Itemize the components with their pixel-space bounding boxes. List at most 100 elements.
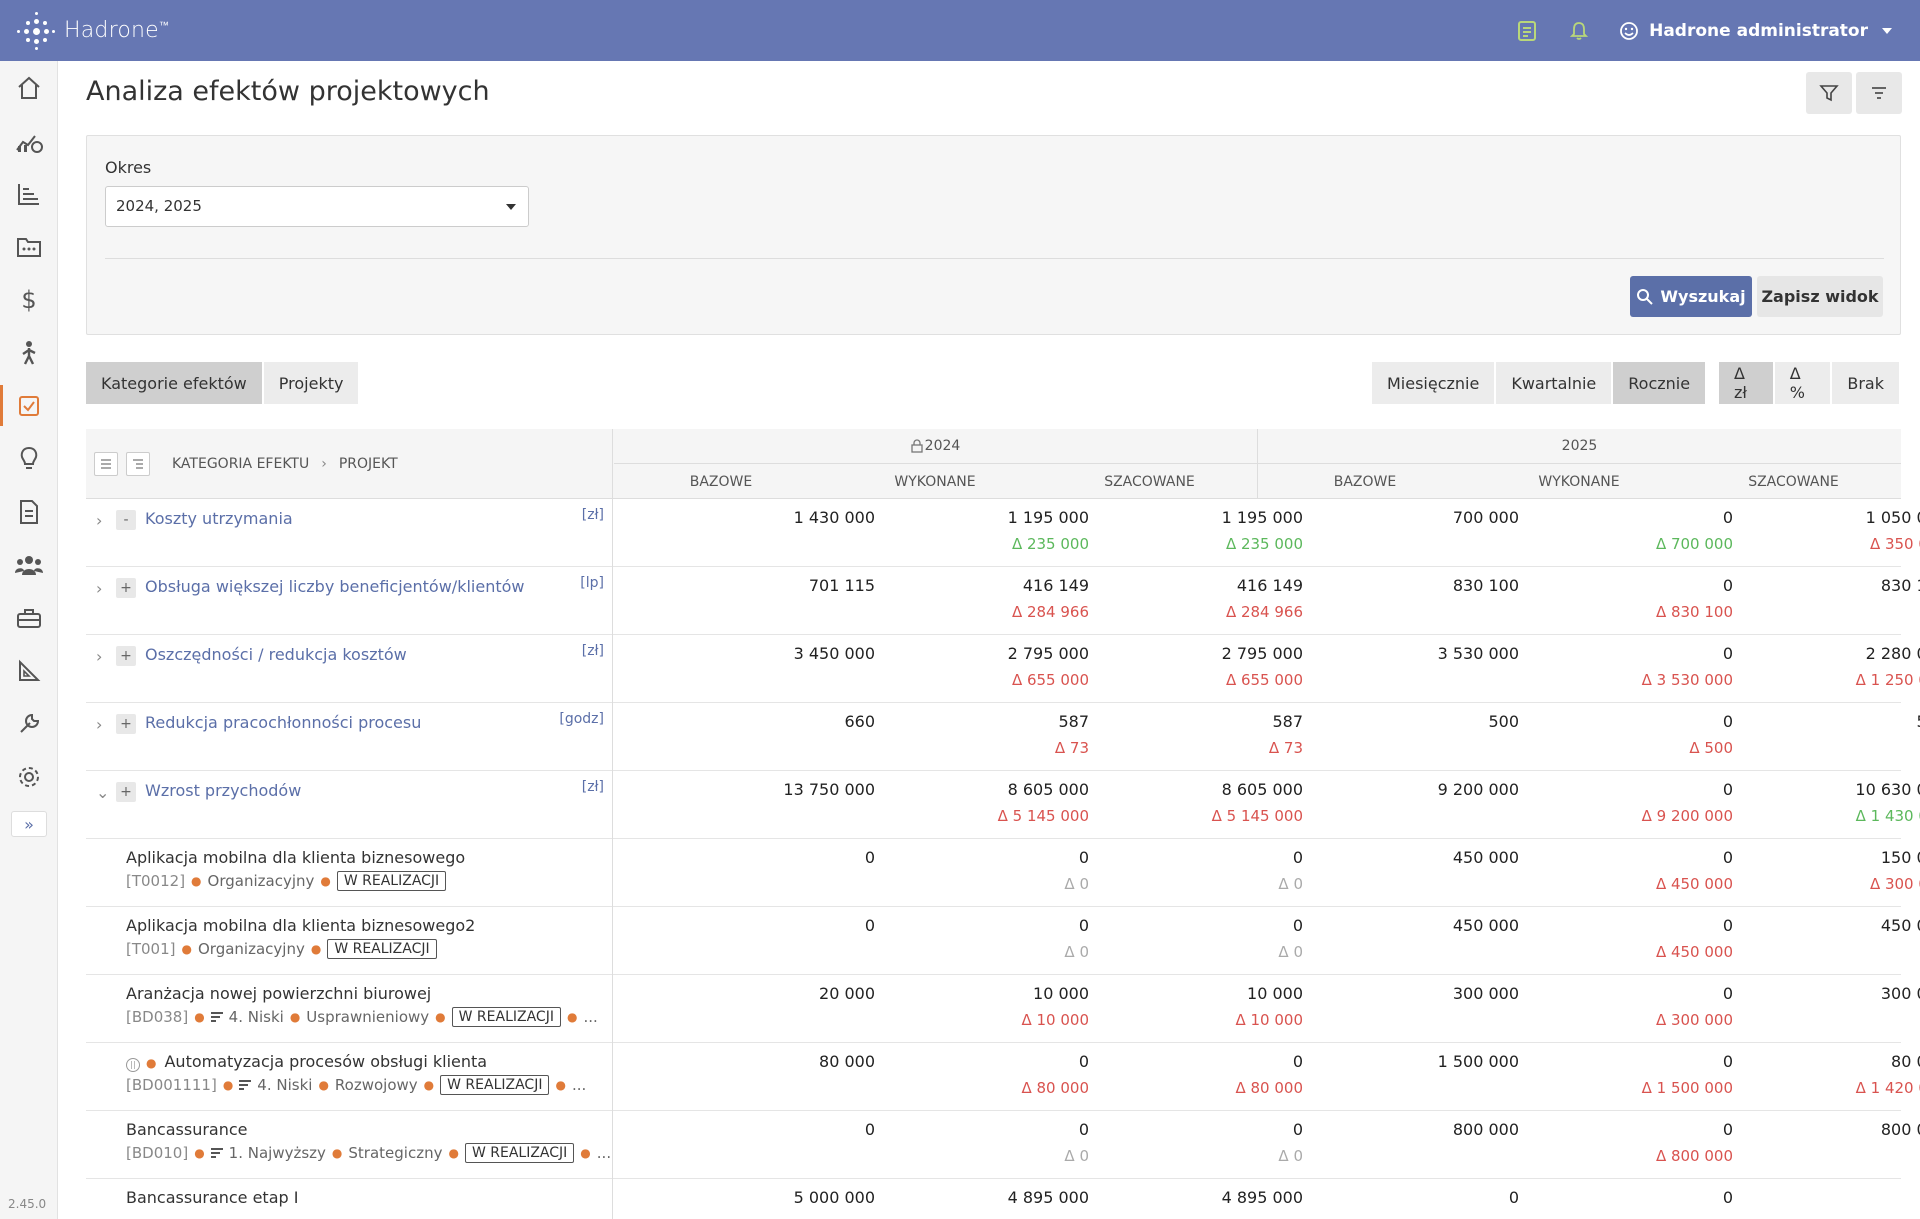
expand-icon[interactable]: + [116,714,136,734]
delta-value: Δ 450 000 [1655,943,1733,961]
chevron-down-icon[interactable]: ⌄ [96,783,109,802]
category-name[interactable]: Koszty utrzymania [145,509,293,528]
tab-yearly[interactable]: Rocznie [1613,362,1706,404]
bell-icon[interactable] [1567,19,1591,43]
sidebar-item-finance[interactable]: $ [0,273,58,326]
sidebar-item-ideas[interactable] [0,432,58,485]
save-view-button[interactable]: Zapisz widok [1757,276,1883,317]
search-icon [1637,288,1654,305]
tab-effect-categories[interactable]: Kategorie efektów [86,362,262,404]
category-row[interactable]: › + Redukcja pracochłonności procesu [godz]… [86,703,1920,771]
value-cell: 800 000 [1452,1120,1519,1139]
project-row[interactable]: Bancassurance [BD010] ● 1. Najwyższy ● Strate… [86,1111,1920,1179]
user-menu[interactable]: Hadrone administrator [1619,21,1892,41]
category-name[interactable]: Redukcja pracochłonności procesu [145,713,421,732]
chevron-right-icon[interactable]: › [96,511,102,530]
sidebar-item-effects[interactable] [0,379,58,432]
value-cell: 1 500 000 [1437,1052,1519,1071]
divider [105,258,1884,259]
sidebar-item-toolbox[interactable] [0,591,58,644]
sidebar-item-documents[interactable] [0,485,58,538]
sidebar-item-reports[interactable] [0,167,58,220]
delta-value: Δ 300 000 [1869,875,1920,893]
category-unit: [godz] [559,711,604,727]
project-code: [BD010] [126,1144,189,1162]
value-cell: 0 [1722,848,1733,867]
project-name[interactable]: Automatyzacja procesów obsługi klienta [164,1052,487,1071]
tab-delta-none[interactable]: Brak [1832,362,1899,404]
col-base-2025[interactable]: BAZOWE [1258,464,1472,499]
tab-delta-percent[interactable]: Δ % [1774,362,1831,404]
project-name[interactable]: Aranżacja nowej powierzchni biurowej [126,984,431,1003]
lock-icon [911,439,923,453]
chevron-right-icon[interactable]: › [96,647,102,666]
row-label-cell: › + Obsługa większej liczby beneficjentów/… [86,567,613,635]
sidebar-item-resources[interactable] [0,326,58,379]
project-name[interactable]: Bancassurance etap I [126,1188,298,1207]
value-cell: 450 000 [1452,916,1519,935]
category-name[interactable]: Oszczędności / redukcja kosztów [145,645,407,664]
project-name[interactable]: Bancassurance [126,1120,248,1139]
year-header-2025: 2025 [1258,429,1901,464]
tab-quarterly[interactable]: Kwartalnie [1496,362,1612,404]
sidebar-item-portfolio[interactable] [0,220,58,273]
sidebar-item-teams[interactable] [0,538,58,591]
row-label-cell: || ● Automatyzacja procesów obsługi klient… [86,1043,613,1111]
crumb-project[interactable]: PROJEKT [339,456,398,472]
tab-monthly[interactable]: Miesięcznie [1372,362,1495,404]
sidebar-item-settings[interactable] [0,750,58,803]
value-cell: 0 [1078,916,1089,935]
expand-all-button[interactable] [126,452,150,476]
row-label-cell: Bancassurance [BD010] ● 1. Najwyższy ● Strate… [86,1111,613,1179]
delta-value: Δ 655 000 [1225,671,1303,689]
expand-icon[interactable]: + [116,578,136,598]
delta-value: Δ 0 [1278,943,1303,961]
expand-icon[interactable]: + [116,782,136,802]
category-row[interactable]: ⌄ + Wzrost przychodów [zł] 13 750 000 8 605 0… [86,771,1920,839]
sidebar-item-analytics[interactable] [0,114,58,167]
sidebar-expand-button[interactable]: » [11,811,47,837]
project-row[interactable]: Bancassurance etap I 5 000 000 4 895 000 4 … [86,1179,1901,1219]
project-row[interactable]: Aplikacja mobilna dla klienta biznesoweg… [86,907,1920,975]
sort-button[interactable] [1856,72,1902,114]
col-base-2024[interactable]: BAZOWE [614,464,828,499]
sidebar-item-tools[interactable] [0,697,58,750]
separator-dot: ● [435,1010,446,1024]
category-row[interactable]: › + Oszczędności / redukcja kosztów [zł] 3 4… [86,635,1920,703]
sidebar-item-planning[interactable] [0,644,58,697]
app-logo[interactable]: Hadrone™ [16,11,169,51]
col-estimated-2025[interactable]: SZACOWANE [1686,464,1901,499]
project-name[interactable]: Aplikacja mobilna dla klienta biznesoweg… [126,916,475,935]
search-button[interactable]: Wyszukaj [1630,276,1752,317]
period-select-value: 2024, 2025 [116,197,202,215]
expand-icon[interactable]: + [116,646,136,666]
period-select[interactable]: 2024, 2025 [105,186,529,227]
category-row[interactable]: › + Obsługa większej liczby beneficjentów/… [86,567,1920,635]
sort-lines-icon [1872,87,1886,99]
chevron-right-icon[interactable]: › [96,715,102,734]
tab-projects[interactable]: Projekty [263,362,359,404]
col-done-2024[interactable]: WYKONANE [828,464,1042,499]
category-row[interactable]: › - Koszty utrzymania [zł] 1 430 000 1 195 00… [86,499,1920,567]
separator-dot: ● [448,1146,459,1160]
project-row[interactable]: || ● Automatyzacja procesów obsługi klient… [86,1043,1920,1111]
category-name[interactable]: Wzrost przychodów [145,781,301,800]
separator-dot: ● [191,874,202,888]
notes-icon[interactable] [1515,19,1539,43]
chevron-right-icon[interactable]: › [96,579,102,598]
sidebar-item-home[interactable] [0,61,58,114]
filter-button[interactable] [1806,72,1852,114]
crumb-effect-category[interactable]: KATEGORIA EFEKTU [172,456,309,472]
collapse-all-button[interactable] [94,452,118,476]
collapse-icon[interactable]: - [116,510,136,530]
project-name[interactable]: Aplikacja mobilna dla klienta biznesoweg… [126,848,465,867]
col-estimated-2024[interactable]: SZACOWANE [1042,464,1257,499]
grouping-breadcrumb: KATEGORIA EFEKTU › PROJEKT [172,456,398,472]
project-row[interactable]: Aranżacja nowej powierzchni biurowej [BD0… [86,975,1920,1043]
project-name-line: Bancassurance [126,1120,248,1139]
tab-delta-pln[interactable]: Δ zł [1719,362,1773,404]
project-row[interactable]: Aplikacja mobilna dla klienta biznesoweg… [86,839,1920,907]
category-name[interactable]: Obsługa większej liczby beneficjentów/kl… [145,577,524,596]
col-done-2025[interactable]: WYKONANE [1472,464,1686,499]
value-cell: 0 [1747,1188,1920,1207]
